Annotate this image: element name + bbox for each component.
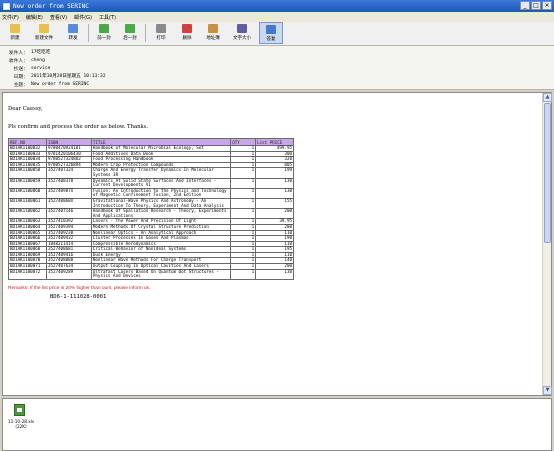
table-cell: 1 <box>230 208 257 220</box>
table-row: BD1AK1100072 3527409289 Ultrafast Lasers B… <box>8 268 294 280</box>
toolbar-divider <box>88 24 89 42</box>
message-header: 发件人： 17吃吃吃 收件人： cheng 抄送： service 日期： 2011年1… <box>0 46 554 90</box>
table-row: BD1AK1100058 3527407324 Charge And Energy … <box>8 167 294 179</box>
table-cell: 3527407146 <box>45 208 92 220</box>
cc-label: 抄送： <box>13 66 28 72</box>
table-cell: 130 <box>255 268 294 280</box>
scroll-thumb[interactable] <box>544 103 551 243</box>
menu-bar: 文件(F) 编辑(E) 查看(V) 邮件(G) 工具(T) <box>0 12 554 22</box>
subject-label: 主题： <box>13 82 28 88</box>
reply-button[interactable]: 答复 <box>259 22 283 44</box>
table-cell: Ultrafast Lasers Based On Quantum Dot St… <box>90 268 232 280</box>
table-cell: Handbook Of Spallation Research - Theory… <box>90 208 232 220</box>
previous-icon <box>99 24 109 33</box>
delete-button[interactable]: 删除 <box>175 22 199 44</box>
table-cell: 1 <box>230 167 257 179</box>
print-button[interactable]: 打印 <box>149 22 173 44</box>
table-cell: BD1AK1100061 <box>8 197 47 210</box>
table-cell: 3527408378 <box>45 177 92 189</box>
font-size-button[interactable]: 文字大小 <box>227 22 257 44</box>
remarks-text: Remarks: If the list price is 20% higher… <box>8 285 151 291</box>
table-cell: 155 <box>255 197 294 210</box>
from-label: 发件人： <box>8 50 28 56</box>
greeting: Dear Caessy, <box>8 106 43 112</box>
next-icon <box>125 24 135 33</box>
table-cell: 1 <box>230 197 257 210</box>
reference-number: BD6-1-111028-0001 <box>50 293 107 300</box>
toolbar-divider <box>145 24 146 42</box>
table-cell: Dynamics At Solid State Surfaces And Int… <box>90 177 232 189</box>
maximize-button[interactable]: □ <box>531 1 541 10</box>
mail-icon <box>3 2 10 10</box>
table-cell: BD1AK1100072 <box>8 268 47 280</box>
table-cell: Gravitational-Wave Physics And Astronomy… <box>90 197 232 210</box>
scroll-up-icon[interactable]: ▲ <box>543 93 552 102</box>
to-label: 收件人： <box>8 58 28 64</box>
cc-value[interactable]: service <box>31 66 50 71</box>
title-bar: New order from SERINC _ □ × <box>0 0 554 12</box>
table-cell: 3527409289 <box>45 268 92 280</box>
delete-icon <box>182 24 192 33</box>
address-book-icon <box>208 24 218 33</box>
reply-icon <box>266 25 276 34</box>
table-cell: Charge And Energy Transfer Dynamics In M… <box>90 167 232 179</box>
table-cell: 1 <box>230 268 257 280</box>
close-button[interactable]: × <box>542 1 552 10</box>
table-cell: 1 <box>230 187 257 199</box>
table-cell: Fusion: An Introduction to the Physics a… <box>90 187 232 199</box>
table-row: BD1AK1100061 352740868X Gravitational-Wave… <box>8 197 294 210</box>
window-title: New order from SERINC <box>13 2 89 10</box>
table-cell: BD1AK1100058 <box>8 167 47 179</box>
from-value[interactable]: 17吃吃吃 <box>31 49 50 55</box>
table-cell: 1 <box>230 177 257 189</box>
table-cell: 199 <box>255 167 294 179</box>
attachment-size: (22K) <box>15 424 27 429</box>
new-folder-button[interactable]: 新建文件 <box>29 22 59 44</box>
new-button[interactable]: 新建 <box>3 22 27 44</box>
table-row: BD1AK1100059 3527408378 Dynamics At Solid … <box>8 177 294 189</box>
table-cell: 200 <box>255 208 294 220</box>
attachment-label[interactable]: 11-10-28.xls (22K) <box>7 419 35 429</box>
table-cell: BD1AK1100060 <box>8 187 47 199</box>
menu-edit[interactable]: 编辑(E) <box>26 14 43 21</box>
intro-text: Pls confirm and process the order as bel… <box>8 124 149 130</box>
table-row: BD1AK1100062 3527407146 Handbook Of Spalla… <box>8 208 294 220</box>
forward-button[interactable]: 转发 <box>61 22 85 44</box>
menu-mail[interactable]: 邮件(G) <box>74 14 92 21</box>
to-value[interactable]: cheng <box>31 58 45 63</box>
date-value: 2011年10月28日星期五 10:13:32 <box>31 74 106 79</box>
toolbar: 新建 新建文件 转发 前一封 后一封 打印 删除 地址簿 文字大小 答复 <box>0 22 554 46</box>
excel-file-icon[interactable] <box>14 404 25 416</box>
vertical-scrollbar[interactable]: ▲ ▼ <box>542 93 552 395</box>
table-cell: BD1AK1100062 <box>8 208 47 220</box>
attachment-pane: 11-10-28.xls (22K) <box>2 398 552 451</box>
table-row: BD1AK1100060 352740987X Fusion: An Introdu… <box>8 187 294 199</box>
order-table: REF.NO ISBN TITLE QTY List PRICE BD1AK11… <box>8 138 294 280</box>
new-icon <box>10 24 20 33</box>
table-cell: 130 <box>255 187 294 199</box>
menu-file[interactable]: 文件(F) <box>2 14 19 21</box>
table-cell: 3527407324 <box>45 167 92 179</box>
table-cell: 352740868X <box>45 197 92 210</box>
font-size-icon <box>237 24 247 33</box>
date-label: 日期： <box>13 74 28 80</box>
table-cell: 130 <box>255 177 294 189</box>
message-body-pane: Dear Caessy, Pls confirm and process the… <box>2 92 552 396</box>
menu-view[interactable]: 查看(V) <box>50 14 67 21</box>
message-body: Dear Caessy, Pls confirm and process the… <box>5 95 541 393</box>
table-cell: 352740987X <box>45 187 92 199</box>
forward-icon <box>68 24 78 33</box>
address-book-button[interactable]: 地址簿 <box>201 22 225 44</box>
previous-button[interactable]: 前一封 <box>92 22 116 44</box>
new-folder-icon <box>39 24 49 33</box>
subject-value: New order from SERINC <box>31 81 90 87</box>
scroll-down-icon[interactable]: ▼ <box>543 386 552 395</box>
table-cell: BD1AK1100059 <box>8 177 47 189</box>
menu-tools[interactable]: 工具(T) <box>99 14 116 21</box>
print-icon <box>156 24 166 33</box>
minimize-button[interactable]: _ <box>520 1 530 10</box>
next-button[interactable]: 后一封 <box>118 22 142 44</box>
order-rows: BD1AK1100032 9780470924181 Handbook of Mol… <box>8 145 294 280</box>
